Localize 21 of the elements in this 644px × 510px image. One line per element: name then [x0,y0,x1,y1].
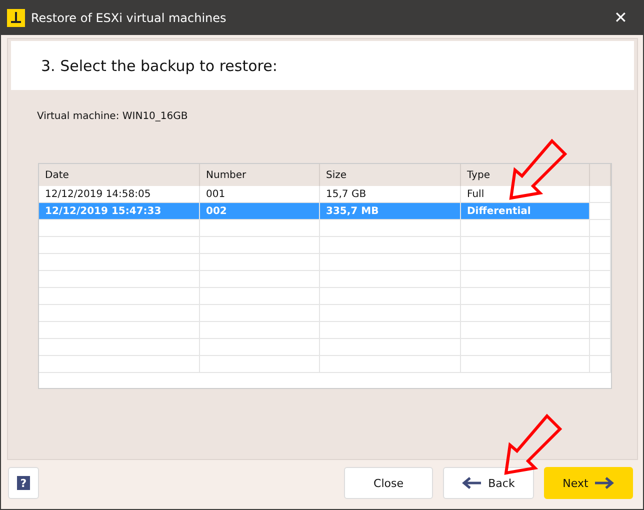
table-cell[interactable]: 12/12/2019 14:58:05 [39,186,200,203]
app-logo-icon [7,9,25,27]
table-cell[interactable]: 15,7 GB [320,186,461,203]
step-title: 3. Select the backup to restore: [41,56,278,74]
close-button[interactable]: ✕ [606,8,635,28]
back-button[interactable]: Back [443,467,534,499]
column-header: Type [461,164,590,186]
window-title: Restore of ESXi virtual machines [31,11,228,25]
column-header: Number [200,164,320,186]
arrow-left-icon [462,476,482,490]
column-header: Size [320,164,461,186]
close-dialog-button[interactable]: Close [344,467,433,499]
arrow-right-icon [594,476,614,490]
virtual-machine-label: Virtual machine: WIN10_16GB [37,111,189,122]
table-cell[interactable]: Full [461,186,590,203]
next-button[interactable]: Next [544,467,633,499]
column-header: Date [39,164,200,186]
help-button[interactable]: ? [8,467,39,499]
table-cell[interactable]: 001 [200,186,320,203]
arrow-annotation [509,138,568,200]
arrow-annotation [504,414,562,475]
